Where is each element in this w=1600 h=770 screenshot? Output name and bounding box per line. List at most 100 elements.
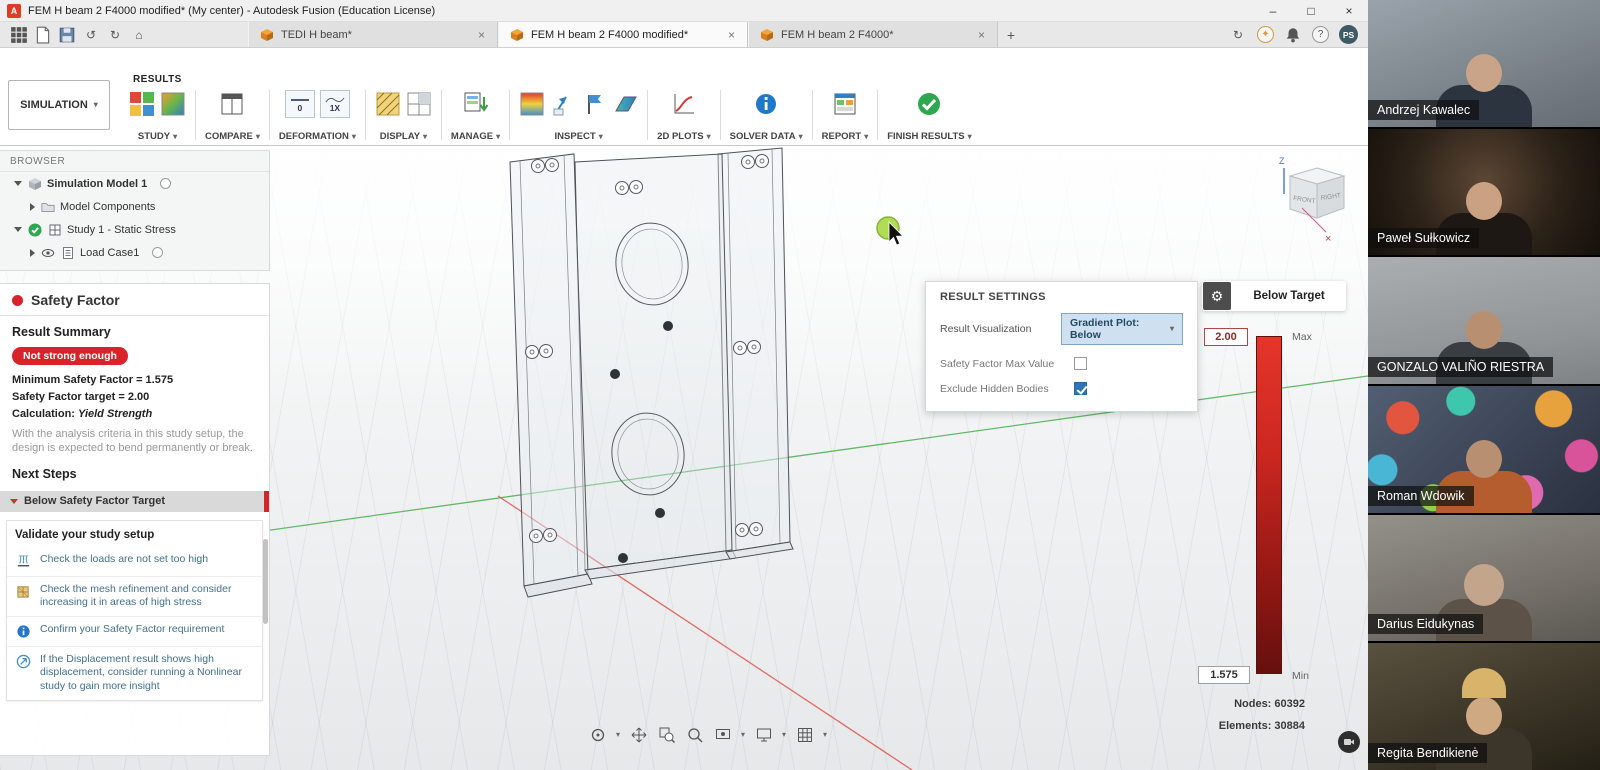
display-quadrant-icon[interactable] <box>406 91 432 117</box>
quick-access-toolbar: ↺ ↻ ⌂ <box>0 22 248 47</box>
legend-settings-gear-icon[interactable]: ⚙ <box>1203 282 1231 310</box>
deformation-zero-icon[interactable]: 0 <box>285 90 315 118</box>
user-avatar[interactable]: PS <box>1339 25 1358 44</box>
group-compare: COMPARE ▾ <box>196 88 269 142</box>
new-tab-button[interactable]: + <box>998 22 1024 47</box>
participant-tile[interactable]: Regita Bendikienė <box>1368 643 1600 770</box>
visibility-radio[interactable] <box>152 247 163 258</box>
step-nonlinear-study[interactable]: If the Displacement result shows high di… <box>7 646 262 700</box>
ribbon-groups: STUDY ▾ COMPARE ▾ <box>120 88 981 142</box>
notifications-bell-icon[interactable] <box>1284 26 1302 44</box>
document-cube-icon <box>509 27 524 42</box>
study-dropdown[interactable]: STUDY ▾ <box>138 131 177 142</box>
result-visualization-dropdown[interactable]: Gradient Plot: Below ▾ <box>1061 313 1183 345</box>
job-status-icon[interactable]: ↻ <box>1229 26 1247 44</box>
grid-settings-icon[interactable] <box>795 726 814 744</box>
orbit-icon[interactable] <box>588 726 607 744</box>
finish-results-dropdown[interactable]: FINISH RESULTS ▾ <box>887 131 971 142</box>
participant-tile[interactable]: Roman Wdowik <box>1368 386 1600 513</box>
zoom-window-icon[interactable] <box>657 726 676 744</box>
tab-close-icon[interactable]: × <box>976 28 987 42</box>
inspect-results-icon[interactable] <box>519 91 545 117</box>
compare-dropdown[interactable]: COMPARE ▾ <box>205 131 260 142</box>
participant-tile[interactable]: Andrzej Kawalec <box>1368 0 1600 127</box>
step-check-mesh[interactable]: Check the mesh refinement and consider i… <box>7 576 262 616</box>
inspect-dropdown[interactable]: INSPECT ▾ <box>555 131 603 142</box>
deformation-dropdown[interactable]: DEFORMATION ▾ <box>279 131 356 142</box>
below-safety-factor-target-row[interactable]: Below Safety Factor Target <box>0 491 269 512</box>
undo-icon[interactable]: ↺ <box>82 26 100 44</box>
step-check-loads[interactable]: Check the loads are not set too high <box>7 547 262 576</box>
summary-description: With the analysis criteria in this study… <box>0 423 269 458</box>
participant-tile[interactable]: Darius Eidukynas <box>1368 515 1600 642</box>
legend-max-value[interactable]: 2.00 <box>1204 328 1248 346</box>
deformation-scale-icon[interactable]: 1X <box>320 90 350 118</box>
chevron-right-icon[interactable] <box>30 249 35 257</box>
participant-tile[interactable]: Paweł Sułkowicz <box>1368 129 1600 256</box>
tab-label: FEM H beam 2 F4000 modified* <box>531 29 719 41</box>
ribbon-tab-results[interactable]: RESULTS <box>133 74 182 85</box>
chevron-down-icon[interactable] <box>14 227 22 232</box>
chevron-right-icon[interactable] <box>30 203 35 211</box>
home-icon[interactable]: ⌂ <box>130 26 148 44</box>
tab-close-icon[interactable]: × <box>476 28 487 42</box>
manage-icon[interactable] <box>463 91 489 117</box>
exclude-hidden-bodies-checkbox[interactable] <box>1074 382 1087 395</box>
tab-fem-h-beam[interactable]: FEM H beam 2 F4000* × <box>748 22 998 47</box>
meeting-overlay-bubble[interactable] <box>1338 731 1360 753</box>
maximize-button[interactable]: □ <box>1292 0 1330 21</box>
compare-icon[interactable] <box>219 91 245 117</box>
chevron-down-icon[interactable]: ▾ <box>616 731 620 739</box>
mesh-icon <box>15 583 32 600</box>
tab-close-icon[interactable]: × <box>726 28 737 42</box>
display-settings-icon[interactable] <box>754 726 773 744</box>
minimize-button[interactable]: – <box>1254 0 1292 21</box>
step-text: Confirm your Safety Factor requirement <box>40 623 224 640</box>
panel-scrollbar[interactable] <box>263 539 268 624</box>
view-cube[interactable]: Z FRONT RIGHT × <box>1279 156 1344 245</box>
chevron-down-icon[interactable]: ▾ <box>741 731 745 739</box>
chevron-down-icon[interactable]: ▾ <box>823 731 827 739</box>
legend-min-value[interactable]: 1.575 <box>1198 666 1250 684</box>
display-dropdown[interactable]: DISPLAY ▾ <box>380 131 427 142</box>
file-icon[interactable] <box>34 26 52 44</box>
solver-data-info-icon[interactable] <box>753 91 779 117</box>
display-mesh-icon[interactable] <box>375 91 401 117</box>
redo-icon[interactable]: ↻ <box>106 26 124 44</box>
zoom-icon[interactable] <box>685 726 704 744</box>
2d-plots-icon[interactable] <box>671 91 697 117</box>
finish-results-check-icon[interactable] <box>916 91 942 117</box>
solver-data-dropdown[interactable]: SOLVER DATA ▾ <box>730 131 803 142</box>
2d-plots-dropdown[interactable]: 2D PLOTS ▾ <box>657 131 710 142</box>
workspace-selector[interactable]: SIMULATION ▾ <box>8 80 110 130</box>
pan-icon[interactable] <box>629 726 648 744</box>
app-menu-icon[interactable] <box>10 26 28 44</box>
help-icon[interactable]: ? <box>1312 26 1329 43</box>
visibility-radio[interactable] <box>160 178 171 189</box>
flag-probe-icon[interactable] <box>581 91 607 117</box>
step-confirm-requirement[interactable]: Confirm your Safety Factor requirement <box>7 616 262 646</box>
save-icon[interactable] <box>58 26 76 44</box>
chevron-down-icon[interactable] <box>14 181 22 186</box>
report-dropdown[interactable]: REPORT ▾ <box>822 131 869 142</box>
chevron-down-icon[interactable]: ▾ <box>782 731 786 739</box>
h-beam-model[interactable] <box>510 148 793 597</box>
tab-tedi-h-beam[interactable]: TEDI H beam* × <box>248 22 498 47</box>
tree-item-load-case[interactable]: Load Case1 <box>0 241 269 264</box>
manage-dropdown[interactable]: MANAGE ▾ <box>451 131 500 142</box>
slice-plane-icon[interactable] <box>612 91 638 117</box>
close-button[interactable]: × <box>1330 0 1368 21</box>
tree-item-simulation-model[interactable]: Simulation Model 1 <box>0 172 269 195</box>
study-settings-icon[interactable] <box>129 91 155 117</box>
look-at-icon[interactable] <box>713 726 732 744</box>
tree-item-model-components[interactable]: Model Components <box>0 195 269 218</box>
tab-fem-h-beam-modified[interactable]: FEM H beam 2 F4000 modified* × <box>498 22 748 47</box>
education-badge-icon[interactable]: ✦ <box>1257 26 1274 43</box>
participant-tile[interactable]: GONZALO VALIÑO RIESTRA <box>1368 257 1600 384</box>
clone-study-icon[interactable] <box>160 91 186 117</box>
safety-factor-max-checkbox[interactable] <box>1074 357 1087 370</box>
point-probe-icon[interactable] <box>550 91 576 117</box>
report-icon[interactable] <box>832 91 858 117</box>
tree-item-study1[interactable]: Study 1 - Static Stress <box>0 218 269 241</box>
eye-icon[interactable] <box>40 245 55 260</box>
